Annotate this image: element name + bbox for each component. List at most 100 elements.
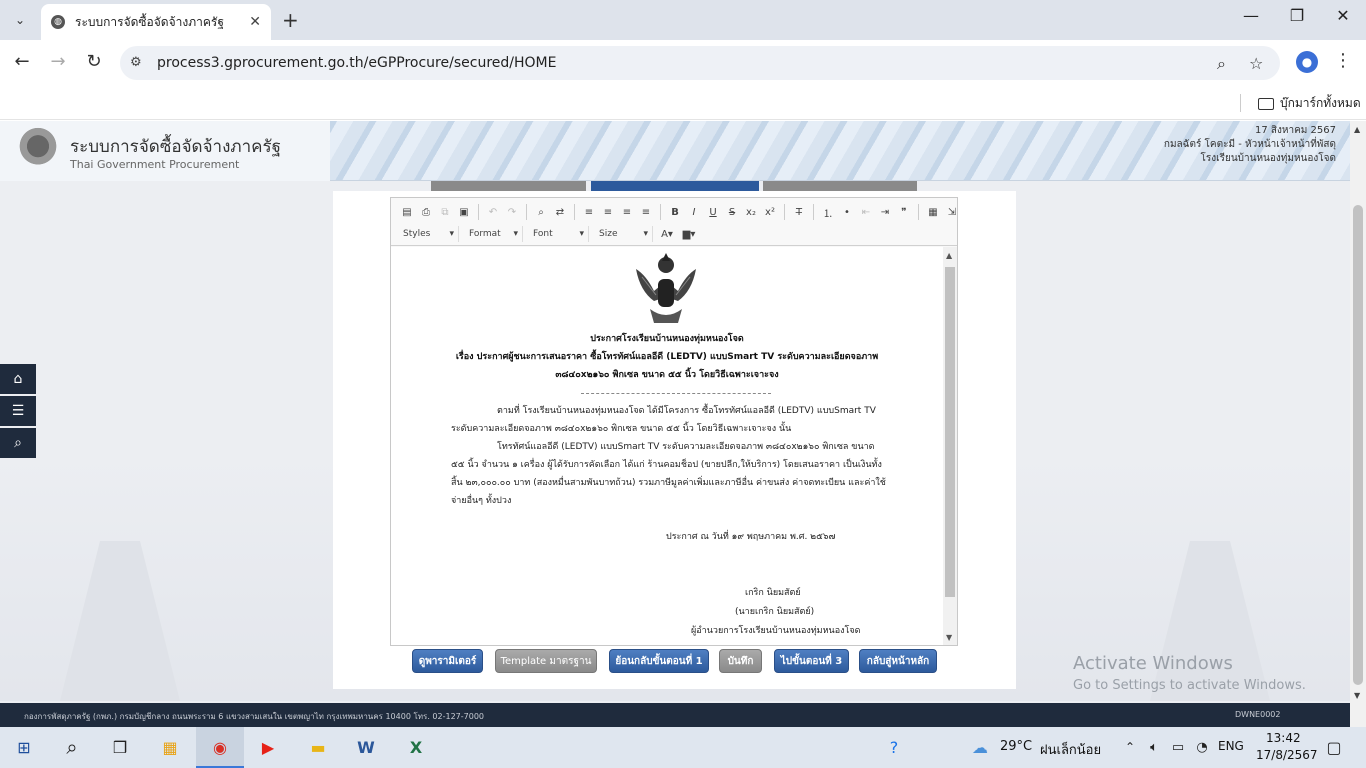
profile-avatar[interactable]: ●	[1296, 51, 1318, 73]
paste-icon[interactable]: ▣	[456, 204, 472, 220]
replace-icon[interactable]: ⇄	[552, 204, 568, 220]
editor-scrollbar[interactable]: ▲ ▼	[943, 247, 957, 645]
source-icon[interactable]: ▤	[399, 204, 415, 220]
redo-icon[interactable]: ↷	[504, 204, 520, 220]
menu-side-button[interactable]: ☰	[0, 396, 36, 426]
chrome-icon[interactable]: ◉	[208, 735, 232, 759]
text-color-icon[interactable]: A▾	[659, 226, 675, 242]
new-tab-button[interactable]: +	[282, 8, 299, 32]
minimize-button[interactable]: —	[1228, 6, 1274, 25]
remove-format-icon[interactable]: T̶	[791, 204, 807, 220]
volume-icon[interactable]: 🔈︎	[1142, 735, 1166, 759]
excel-icon[interactable]: X	[404, 735, 428, 759]
home-button[interactable]: กลับสู่หน้าหลัก	[859, 649, 937, 673]
step-tab-1[interactable]	[431, 181, 586, 191]
next-step3-button[interactable]: ไปขั้นตอนที่ 3	[774, 649, 849, 673]
justify-icon[interactable]: ≡	[638, 204, 654, 220]
table-icon[interactable]: ▦	[925, 204, 941, 220]
find-icon[interactable]: ⌕	[533, 204, 549, 220]
italic-icon[interactable]: I	[686, 204, 702, 220]
notification-icon[interactable]: ▢	[1322, 735, 1346, 759]
chevron-up-icon[interactable]: ⌃	[1118, 735, 1142, 759]
editor-scroll-thumb[interactable]	[945, 267, 955, 597]
outdent-icon[interactable]: ⇤	[858, 204, 874, 220]
align-center-icon[interactable]: ≡	[600, 204, 616, 220]
bullet-list-icon[interactable]: •	[839, 204, 855, 220]
size-combo[interactable]: Size ▾	[595, 226, 653, 242]
restore-button[interactable]: ❐	[1274, 6, 1320, 25]
clock-time[interactable]: 13:42	[1266, 731, 1301, 745]
hamburger-icon: ☰	[11, 403, 25, 419]
numbered-list-icon[interactable]: ⒈	[820, 204, 836, 220]
page-footer: กองการพัสดุภาครัฐ (กพภ.) กรมบัญชีกลาง ถน…	[0, 703, 1350, 727]
template-button[interactable]: Template มาตรฐาน	[495, 649, 597, 673]
rich-text-editor[interactable]: ▤ ⎙ ⧉ ▣ ↶ ↷ ⌕ ⇄ ≡ ≡ ≡ ≡ B I U S x₂ x² T̶…	[390, 197, 958, 646]
scroll-up-icon[interactable]: ▲	[1354, 125, 1360, 134]
subscript-icon[interactable]: x₂	[743, 204, 759, 220]
page-scroll-thumb[interactable]	[1353, 205, 1363, 685]
site-info-icon[interactable]: ⚙	[130, 55, 142, 70]
close-window-button[interactable]: ✕	[1320, 6, 1366, 25]
styles-combo[interactable]: Styles ▾	[399, 226, 459, 242]
scroll-down-icon[interactable]: ▼	[946, 633, 952, 642]
reload-button[interactable]: ↻	[82, 51, 106, 72]
bold-icon[interactable]: B	[667, 204, 683, 220]
indent-icon[interactable]: ⇥	[877, 204, 893, 220]
temple-silhouette	[60, 541, 180, 701]
superscript-icon[interactable]: x²	[762, 204, 778, 220]
back-button[interactable]: ←	[10, 51, 34, 72]
logo-area[interactable]: ระบบการจัดซื้อจัดจ้างภาครัฐ Thai Governm…	[0, 121, 330, 181]
home-side-button[interactable]: ⌂	[0, 364, 36, 394]
underline-icon[interactable]: U	[705, 204, 721, 220]
weather-text[interactable]: ฝนเล็กน้อย	[1040, 739, 1101, 760]
windows-start-icon[interactable]: ⊞	[12, 735, 36, 759]
strike-icon[interactable]: S	[724, 204, 740, 220]
bookmark-star-icon[interactable]: ☆	[1249, 54, 1263, 73]
bg-color-icon[interactable]: ▆▾	[681, 226, 697, 242]
font-combo[interactable]: Font ▾	[529, 226, 589, 242]
print-icon[interactable]: ⎙	[418, 204, 434, 220]
copy-icon[interactable]: ⧉	[437, 204, 453, 220]
blockquote-icon[interactable]: ❞	[896, 204, 912, 220]
battery-icon[interactable]: ▭	[1166, 735, 1190, 759]
word-icon[interactable]: W	[354, 735, 378, 759]
browser-tab[interactable]: ◍ ระบบการจัดซื้อจัดจ้างภาครัฐ ✕	[41, 4, 271, 40]
file-explorer-icon[interactable]: ▬	[306, 735, 330, 759]
search-icon[interactable]: ⌕	[60, 735, 84, 759]
youtube-icon[interactable]: ▶	[256, 735, 280, 759]
align-right-icon[interactable]: ≡	[619, 204, 635, 220]
preview-button[interactable]: ดูพารามิเตอร์	[412, 649, 483, 673]
step-tab-3[interactable]	[763, 181, 917, 191]
save-button[interactable]: บันทึก	[719, 649, 762, 673]
forward-button[interactable]: →	[46, 51, 70, 72]
language-indicator[interactable]: ENG	[1218, 739, 1244, 753]
format-combo[interactable]: Format ▾	[465, 226, 523, 242]
weather-icon[interactable]: ☁	[968, 735, 992, 759]
task-view-icon[interactable]: ❒	[108, 735, 132, 759]
back-step1-button[interactable]: ย้อนกลับขั้นตอนที่ 1	[609, 649, 709, 673]
editor-document[interactable]: ประกาศโรงเรียนบ้านหนองทุ่มหนองโจด เรื่อง…	[391, 247, 943, 645]
doc-body-1: ตามที่ โรงเรียนบ้านหนองทุ่มหนองโจด ได้มี…	[497, 406, 876, 416]
network-icon[interactable]: ◔	[1190, 735, 1214, 759]
zoom-icon[interactable]: ⌕	[1217, 54, 1226, 74]
menu-icon[interactable]: ⋮	[1334, 50, 1352, 71]
help-icon[interactable]: ?	[882, 735, 906, 759]
tab-search-button[interactable]: ⌄	[8, 8, 32, 32]
editor-toolbar: ▤ ⎙ ⧉ ▣ ↶ ↷ ⌕ ⇄ ≡ ≡ ≡ ≡ B I U S x₂ x² T̶…	[391, 198, 957, 246]
address-bar[interactable]: ⚙ process3.gprocurement.go.th/eGPProcure…	[120, 46, 1280, 80]
temperature[interactable]: 29°C	[1000, 739, 1032, 754]
step-tab-2[interactable]	[591, 181, 759, 191]
doc-body-5: สิ้น ๒๓,๐๐๐.๐๐ บาท (สองหมื่นสามพันบาทถ้ว…	[451, 478, 886, 488]
page-break-icon[interactable]: ⇲	[944, 204, 960, 220]
scroll-up-icon[interactable]: ▲	[946, 251, 952, 260]
store-icon[interactable]: ▦	[158, 735, 182, 759]
all-bookmarks-folder[interactable]: บุ๊กมาร์กทั้งหมด	[1258, 94, 1361, 113]
align-left-icon[interactable]: ≡	[581, 204, 597, 220]
undo-icon[interactable]: ↶	[485, 204, 501, 220]
scroll-down-icon[interactable]: ▼	[1354, 691, 1360, 700]
page-scrollbar[interactable]: ▲ ▼	[1350, 121, 1366, 703]
close-icon[interactable]: ✕	[249, 14, 261, 30]
clock-date[interactable]: 17/8/2567	[1256, 748, 1318, 762]
search-side-button[interactable]: ⌕	[0, 428, 36, 458]
doc-position: ผู้อำนวยการโรงเรียนบ้านหนองทุ่มหนองโจด	[691, 626, 861, 636]
